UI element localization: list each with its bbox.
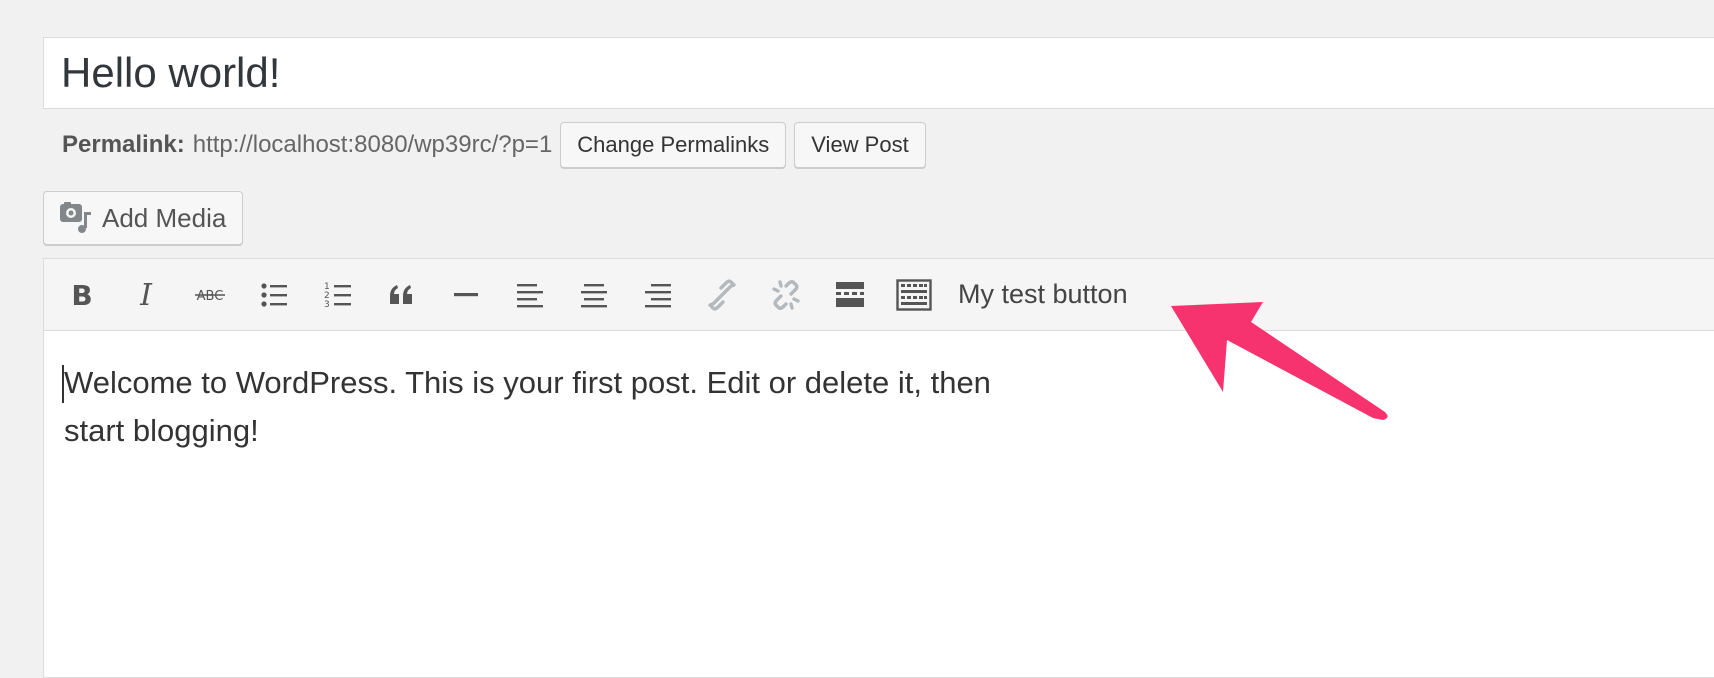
toolbar-toggle-button[interactable] bbox=[888, 269, 940, 321]
horizontal-line-button[interactable] bbox=[440, 269, 492, 321]
blockquote-button[interactable] bbox=[376, 269, 428, 321]
italic-icon: I bbox=[139, 280, 153, 310]
post-title-text: Hello world! bbox=[61, 49, 281, 96]
editor-content-area[interactable]: Welcome to WordPress. This is your first… bbox=[44, 331, 1714, 455]
svg-text:B: B bbox=[71, 280, 92, 310]
annotation-arrow bbox=[1171, 302, 1388, 420]
add-media-button[interactable]: Add Media bbox=[43, 191, 244, 245]
content-line-1: Welcome to WordPress. This is your first… bbox=[64, 365, 991, 400]
align-right-button[interactable] bbox=[632, 269, 684, 321]
strikethrough-button[interactable]: ABC bbox=[184, 269, 236, 321]
svg-text:ABC: ABC bbox=[197, 289, 224, 304]
align-center-button[interactable] bbox=[568, 269, 620, 321]
add-media-label: Add Media bbox=[102, 202, 227, 233]
link-icon bbox=[707, 279, 737, 310]
svg-text:I: I bbox=[139, 280, 153, 310]
align-left-button[interactable] bbox=[504, 269, 556, 321]
editor-toolbar: B I ABC 1 2 3 My test button bbox=[44, 259, 1714, 331]
align-right-icon bbox=[645, 283, 671, 307]
align-center-icon bbox=[581, 283, 607, 307]
numbered-list-icon: 1 2 3 bbox=[324, 282, 351, 310]
post-editor: B I ABC 1 2 3 My test button Welcome to … bbox=[43, 258, 1714, 678]
text-cursor bbox=[62, 365, 64, 403]
permalink-url[interactable]: http://localhost:8080/wp39rc/?p=1 bbox=[193, 131, 553, 159]
italic-button[interactable]: I bbox=[120, 269, 172, 321]
toolbar-toggle-icon bbox=[896, 278, 932, 311]
unlink-icon bbox=[772, 279, 800, 310]
bullet-list-icon bbox=[261, 282, 287, 307]
view-post-button[interactable]: View Post bbox=[794, 122, 926, 168]
read-more-icon bbox=[836, 281, 864, 307]
my-test-button[interactable]: My test button bbox=[948, 269, 1138, 321]
align-left-icon bbox=[517, 283, 543, 307]
media-icon bbox=[60, 202, 91, 233]
blockquote-icon bbox=[390, 284, 412, 304]
post-paragraph: Welcome to WordPress. This is your first… bbox=[62, 359, 1712, 455]
post-title-input[interactable]: Hello world! bbox=[43, 37, 1714, 109]
unlink-button[interactable] bbox=[760, 269, 812, 321]
change-permalinks-button[interactable]: Change Permalinks bbox=[560, 122, 787, 168]
link-button[interactable] bbox=[696, 269, 748, 321]
horizontal-line-icon bbox=[454, 292, 478, 296]
read-more-button[interactable] bbox=[824, 269, 876, 321]
bullet-list-button[interactable] bbox=[248, 269, 300, 321]
bold-button[interactable]: B bbox=[56, 269, 108, 321]
permalink-row: Permalink: http://localhost:8080/wp39rc/… bbox=[62, 121, 926, 169]
numbered-list-button[interactable]: 1 2 3 bbox=[312, 269, 364, 321]
strikethrough-icon: ABC bbox=[195, 289, 225, 304]
content-line-2: start blogging! bbox=[64, 413, 259, 448]
permalink-label: Permalink: bbox=[62, 131, 185, 158]
svg-text:3: 3 bbox=[324, 300, 330, 310]
bold-icon: B bbox=[71, 280, 92, 310]
